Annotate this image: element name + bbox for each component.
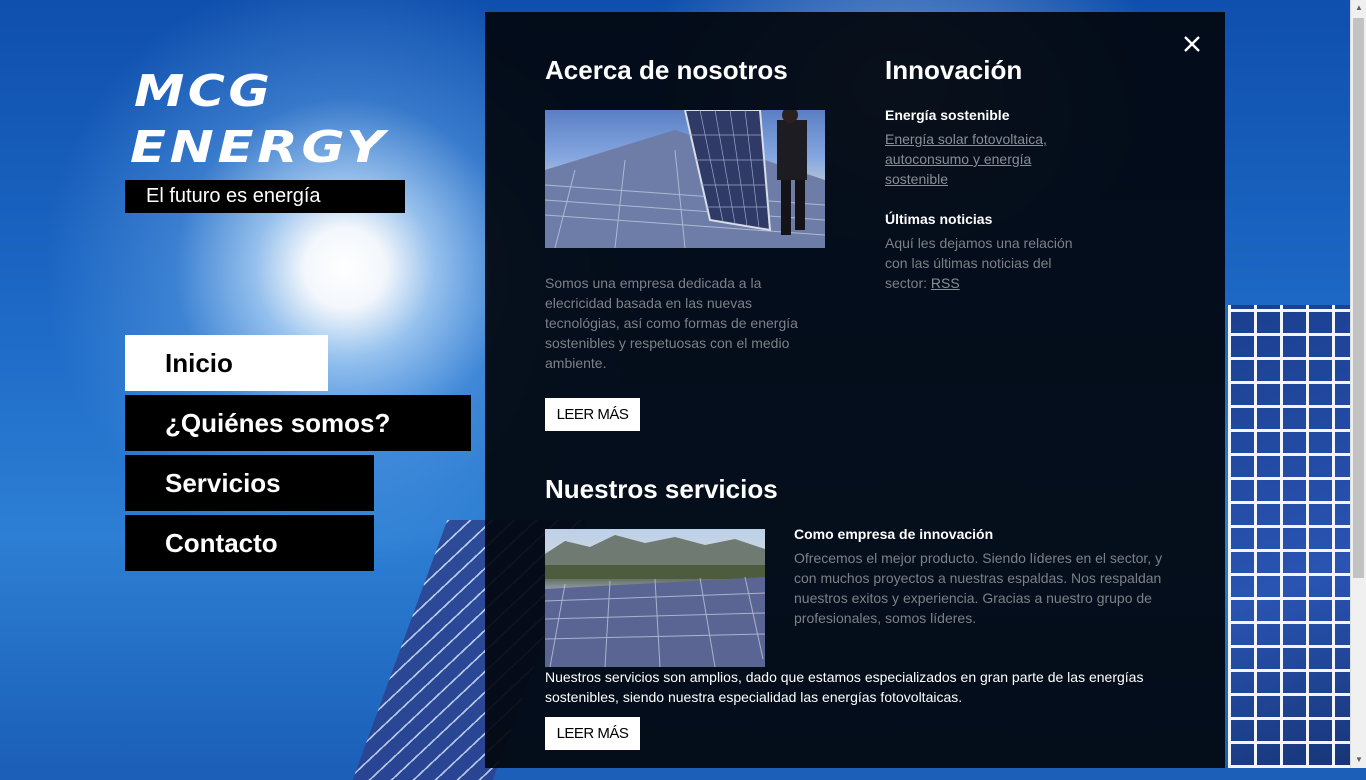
sustainable-energy-paragraph: Energía solar fotovoltaica, autoconsumo … <box>885 129 1065 189</box>
page-scrollbar[interactable]: ▲ ▼ <box>1350 0 1366 768</box>
innovation-company-text: Ofrecemos el mejor producto. Siendo líde… <box>794 550 1163 626</box>
services-text: Nuestros servicios son amplios, dado que… <box>545 669 1144 705</box>
scrollbar-thumb[interactable] <box>1353 18 1364 578</box>
nav-item-servicios[interactable]: Servicios <box>125 455 374 511</box>
about-heading: Acerca de nosotros <box>545 55 788 85</box>
sustainable-energy-title: Energía sostenible <box>885 107 1010 123</box>
scroll-down-arrow-icon[interactable]: ▼ <box>1351 752 1366 768</box>
innovation-company-title: Como empresa de innovación <box>794 526 994 542</box>
services-read-more-button[interactable]: LEER MÁS <box>545 717 640 750</box>
rss-link[interactable]: RSS <box>931 275 960 291</box>
latest-news-title: Últimas noticias <box>885 211 993 227</box>
latest-news-paragraph: Aquí les dejamos una relación con las úl… <box>885 233 1085 293</box>
services-image-solar-farm <box>545 529 765 667</box>
logo-line-2: ENERGY <box>130 122 389 173</box>
about-image-solar-installer <box>545 110 825 248</box>
nav-item-inicio[interactable]: Inicio <box>125 335 328 391</box>
nav-item-quienes-somos[interactable]: ¿Quiénes somos? <box>125 395 471 451</box>
tagline: El futuro es energía <box>125 180 405 213</box>
services-heading: Nuestros servicios <box>545 474 778 504</box>
nav-item-contacto[interactable]: Contacto <box>125 515 374 571</box>
logo-line-1: MCG <box>134 66 274 117</box>
close-icon[interactable] <box>1180 32 1204 56</box>
about-text: Somos una empresa dedicada a la elecrici… <box>545 275 798 371</box>
sustainable-energy-link[interactable]: Energía solar fotovoltaica, autoconsumo … <box>885 131 1047 187</box>
scroll-up-arrow-icon[interactable]: ▲ <box>1351 0 1366 16</box>
innovation-heading: Innovación <box>885 55 1023 85</box>
about-read-more-button[interactable]: LEER MÁS <box>545 398 640 431</box>
solar-panels-right-decoration <box>1228 305 1350 768</box>
latest-news-text: Aquí les dejamos una relación con las úl… <box>885 235 1073 291</box>
